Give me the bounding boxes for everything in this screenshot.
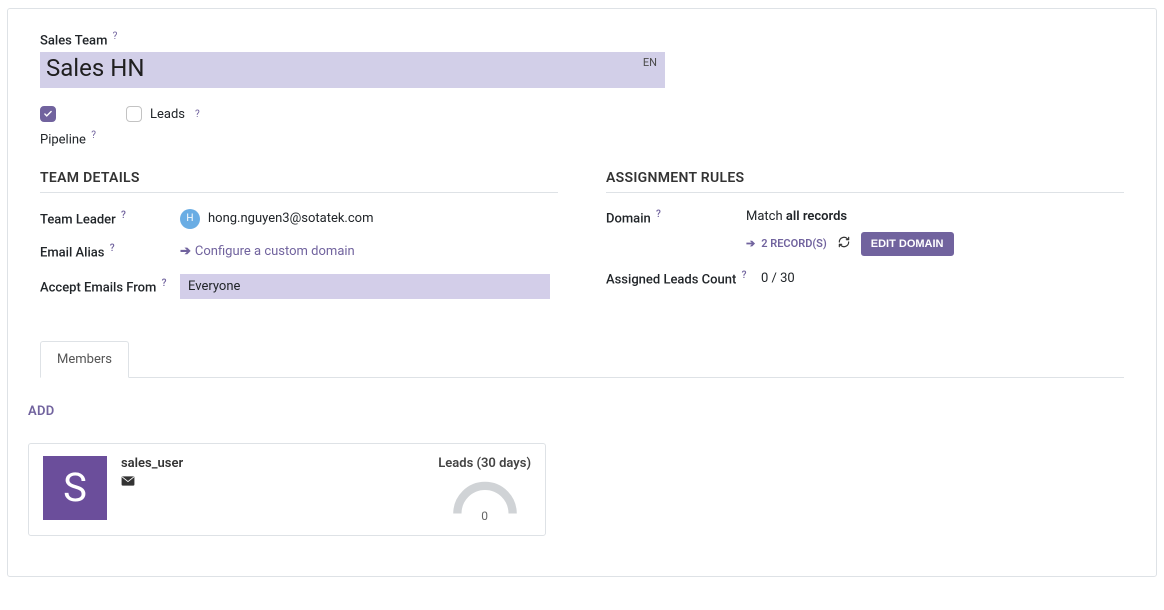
sales-team-help-icon[interactable]: ?: [113, 31, 118, 42]
team-leader-label: Team Leader: [40, 212, 116, 227]
member-leads-label: Leads (30 days): [438, 456, 531, 471]
arrow-right-icon: ➔: [746, 237, 755, 250]
accept-emails-select[interactable]: Everyone: [180, 274, 550, 299]
edit-domain-button[interactable]: EDIT DOMAIN: [861, 232, 954, 256]
assigned-leads-value: 0 / 30: [761, 271, 795, 286]
assignment-rules-title: ASSIGNMENT RULES: [606, 170, 1124, 193]
email-alias-label: Email Alias: [40, 245, 104, 260]
leads-checkbox-label: Leads: [150, 107, 185, 122]
domain-help-icon[interactable]: ?: [656, 209, 661, 220]
member-avatar: S: [43, 456, 107, 520]
records-link[interactable]: ➔ 2 RECORD(S): [746, 237, 827, 250]
email-alias-help-icon[interactable]: ?: [110, 243, 115, 254]
arrow-right-icon: ➔: [180, 244, 191, 259]
refresh-icon[interactable]: [837, 235, 851, 253]
assigned-leads-help-icon[interactable]: ?: [742, 270, 747, 281]
team-leader-avatar: H: [180, 209, 200, 229]
accept-emails-value: Everyone: [188, 279, 240, 294]
domain-label: Domain: [606, 211, 651, 226]
team-name-value: Sales HN: [46, 54, 144, 82]
accept-emails-help-icon[interactable]: ?: [162, 278, 167, 289]
member-name: sales_user: [121, 456, 183, 471]
add-member-button[interactable]: ADD: [28, 404, 1136, 419]
envelope-icon[interactable]: [121, 475, 183, 491]
accept-emails-label: Accept Emails From: [40, 280, 156, 295]
member-card[interactable]: S sales_user Leads (30 days) 0: [28, 443, 546, 536]
team-leader-help-icon[interactable]: ?: [121, 210, 126, 221]
assigned-leads-label: Assigned Leads Count: [606, 272, 736, 287]
pipeline-help-icon[interactable]: ?: [91, 130, 96, 141]
lang-badge[interactable]: EN: [643, 56, 657, 69]
pipeline-checkbox-label: Pipeline: [40, 133, 86, 148]
team-leader-value[interactable]: hong.nguyen3@sotatek.com: [208, 211, 373, 226]
leads-help-icon[interactable]: ?: [195, 109, 200, 120]
leads-checkbox[interactable]: [126, 106, 142, 122]
domain-match-text: Match all records: [746, 209, 1124, 224]
team-name-input[interactable]: Sales HN EN: [40, 52, 665, 88]
sales-team-label: Sales Team: [40, 33, 107, 48]
team-details-title: TEAM DETAILS: [40, 170, 558, 193]
tab-members[interactable]: Members: [40, 341, 129, 378]
configure-domain-link[interactable]: ➔Configure a custom domain: [180, 244, 355, 259]
pipeline-checkbox[interactable]: [40, 106, 56, 122]
